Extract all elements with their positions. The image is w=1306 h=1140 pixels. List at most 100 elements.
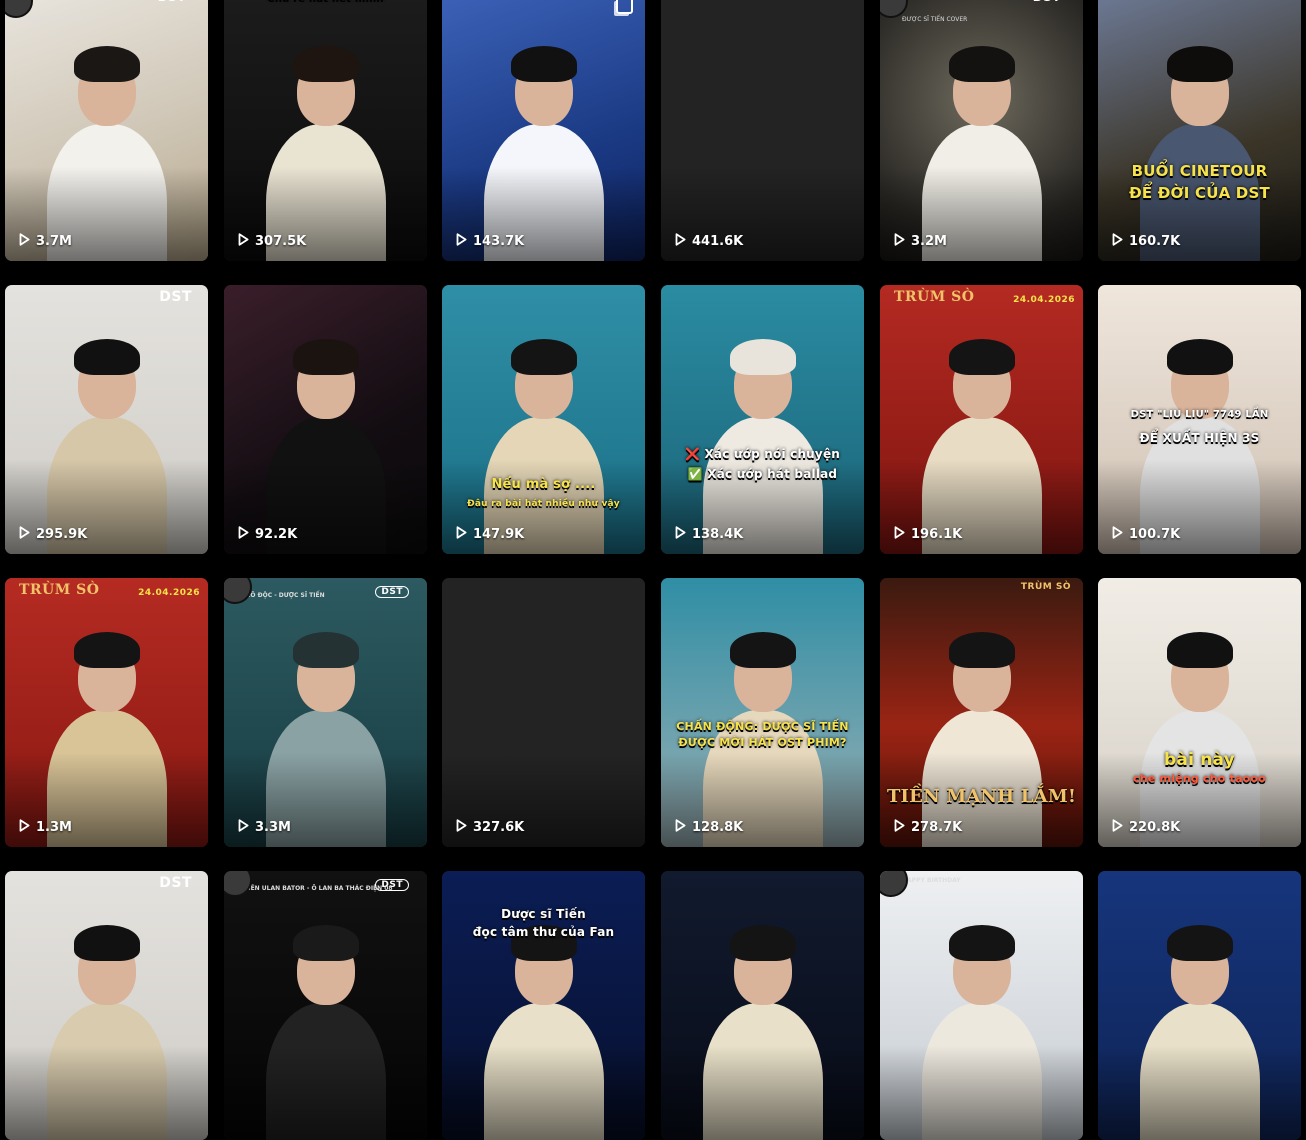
video-card[interactable]: TRÙM SÒ 24.04.2026 196.1K — [880, 285, 1083, 554]
view-count: 278.7K — [894, 819, 962, 836]
video-card[interactable]: BUỔI CINETOUR ĐỂ ĐỜI CỦA DST 160.7K — [1098, 0, 1301, 261]
video-card[interactable]: TRÙM SÒ TIỀN MẠNH LẮM! 278.7K — [880, 578, 1083, 847]
video-card[interactable]: BÊN ULAN BATOR - Ô LAN BA THÁC ĐIỆN 08 DS… — [224, 871, 427, 1140]
video-card[interactable]: CHẤN ĐỘNG: DƯỢC SĨ TIẾN ĐƯỢC MỜI HÁT OST … — [661, 578, 864, 847]
play-icon — [238, 819, 249, 836]
view-count: 3.3M — [238, 819, 291, 836]
view-count-label: 3.2M — [911, 234, 947, 249]
view-count: 147.9K — [456, 526, 524, 543]
video-card[interactable] — [661, 871, 864, 1140]
view-count-label: 92.2K — [255, 527, 298, 542]
view-count: 327.6K — [456, 819, 524, 836]
caption-sub: Đâu ra bài hát nhiều như vậy — [467, 499, 620, 509]
caption: Chú rể hát hết mình — [224, 0, 427, 3]
brand-logo: DST — [159, 875, 192, 891]
video-card[interactable]: Chú rể hát hết mình 307.5K — [224, 0, 427, 261]
play-icon — [675, 526, 686, 543]
video-card[interactable]: DST — [5, 871, 208, 1140]
view-count-label: 1.3M — [36, 820, 72, 835]
view-count: 295.9K — [19, 526, 87, 543]
view-count: 100.7K — [1112, 526, 1180, 543]
view-count: 128.8K — [675, 819, 743, 836]
brand-logo: DST — [375, 586, 409, 598]
play-icon — [675, 819, 686, 836]
brand-logo: DST — [1033, 0, 1061, 4]
view-count: 220.8K — [1112, 819, 1180, 836]
movie-title: TRÙM SÒ — [1020, 582, 1071, 592]
video-card[interactable]: 143.7K — [442, 0, 645, 261]
artist-label: ĐƯỢC SĨ TIẾN COVER — [902, 16, 968, 23]
video-card[interactable]: DST 295.9K — [5, 285, 208, 554]
caption: BUỔI CINETOUR ĐỂ ĐỜI CỦA DST — [1129, 162, 1270, 202]
caption-line-2: ✅ Xác ướp hát ballad — [687, 467, 838, 481]
play-icon — [675, 233, 686, 250]
view-count: 196.1K — [894, 526, 962, 543]
video-card[interactable]: 92.2K — [224, 285, 427, 554]
play-icon — [19, 233, 30, 250]
view-count-label: 327.6K — [473, 820, 525, 835]
view-count: 1.3M — [19, 819, 72, 836]
view-count-label: 143.7K — [473, 234, 525, 249]
view-count-label: 128.8K — [692, 820, 744, 835]
view-count-label: 295.9K — [36, 527, 88, 542]
play-icon — [456, 233, 467, 250]
caption: Nếu mà sợ .... — [491, 477, 596, 492]
brand-logo: DST — [375, 879, 409, 891]
video-card[interactable]: DST "LIU LIU" 7749 LẦN ĐỂ XUẤT HIỆN 3S 100… — [1098, 285, 1301, 554]
video-card[interactable] — [1098, 871, 1301, 1140]
video-card[interactable]: HAPPY BIRTHDAY — [880, 871, 1083, 1140]
view-count: 441.6K — [675, 233, 743, 250]
play-icon — [19, 819, 30, 836]
play-icon — [1112, 819, 1123, 836]
view-count-label: 3.3M — [255, 820, 291, 835]
video-card[interactable]: 441.6K — [661, 0, 864, 261]
view-count: 138.4K — [675, 526, 743, 543]
caption: TIỀN MẠNH LẮM! — [886, 786, 1077, 807]
view-count-label: 196.1K — [911, 527, 963, 542]
movie-title: TRÙM SÒ — [19, 582, 100, 598]
view-count-label: 100.7K — [1129, 527, 1181, 542]
play-icon — [238, 526, 249, 543]
play-icon — [894, 526, 905, 543]
play-icon — [19, 526, 30, 543]
view-count-label: 307.5K — [255, 234, 307, 249]
play-icon — [456, 819, 467, 836]
view-count-label: 138.4K — [692, 527, 744, 542]
play-icon — [894, 233, 905, 250]
view-count-label: 441.6K — [692, 234, 744, 249]
multi-photo-icon — [616, 0, 633, 14]
caption-line-1: bài này — [1164, 750, 1235, 770]
overlay-text: HAPPY BIRTHDAY — [902, 877, 961, 884]
video-card[interactable]: 327.6K — [442, 578, 645, 847]
view-count: 143.7K — [456, 233, 524, 250]
video-card[interactable]: CHICKEN ATTACK · ISHI TAKEOĐƯỢC SĨ TIẾN … — [5, 0, 208, 261]
video-card[interactable]: CÔ ĐỘC - DƯỢC SĨ TIẾN DST 3.3M — [224, 578, 427, 847]
brand-logo: DST — [158, 0, 186, 4]
view-count: 92.2K — [238, 526, 297, 543]
play-icon — [1112, 526, 1123, 543]
video-card[interactable]: Nếu mà sợ .... Đâu ra bài hát nhiều như v… — [442, 285, 645, 554]
release-date: 24.04.2026 — [138, 588, 200, 598]
brand-logo: DST — [159, 289, 192, 305]
caption: DST "LIU LIU" 7749 LẦN — [1130, 409, 1269, 420]
video-card[interactable]: bài này che miệng cho taooo 220.8K — [1098, 578, 1301, 847]
play-icon — [238, 233, 249, 250]
view-count: 307.5K — [238, 233, 306, 250]
caption-line-1: Dược sĩ Tiến — [501, 907, 586, 921]
caption-line-1: CHẤN ĐỘNG: DƯỢC SĨ TIẾN — [676, 720, 849, 733]
caption-line-2: che miệng cho taooo — [1133, 772, 1266, 785]
video-card[interactable]: TRÙM SÒ 24.04.2026 1.3M — [5, 578, 208, 847]
view-count-label: 3.7M — [36, 234, 72, 249]
release-date: 24.04.2026 — [1013, 295, 1075, 305]
video-card[interactable]: Dược sĩ Tiến đọc tâm thư của Fan — [442, 871, 645, 1140]
video-card[interactable]: ❌ Xác ướp nói chuyện ✅ Xác ướp hát ballad… — [661, 285, 864, 554]
song-title: CÔ ĐỘC - DƯỢC SĨ TIẾN — [246, 592, 325, 599]
view-count-label: 220.8K — [1129, 820, 1181, 835]
caption-line-2: đọc tâm thư của Fan — [472, 925, 615, 939]
view-count: 3.7M — [19, 233, 72, 250]
song-title: BÊN ULAN BATOR - Ô LAN BA THÁC ĐIỆN 08 — [246, 885, 393, 892]
view-count-label: 160.7K — [1129, 234, 1181, 249]
video-card[interactable]: DIE ON THIS HILL · SIENNA SPIROĐƯỢC SĨ T… — [880, 0, 1083, 261]
play-icon — [894, 819, 905, 836]
caption-sub: ĐỂ XUẤT HIỆN 3S — [1139, 431, 1260, 445]
